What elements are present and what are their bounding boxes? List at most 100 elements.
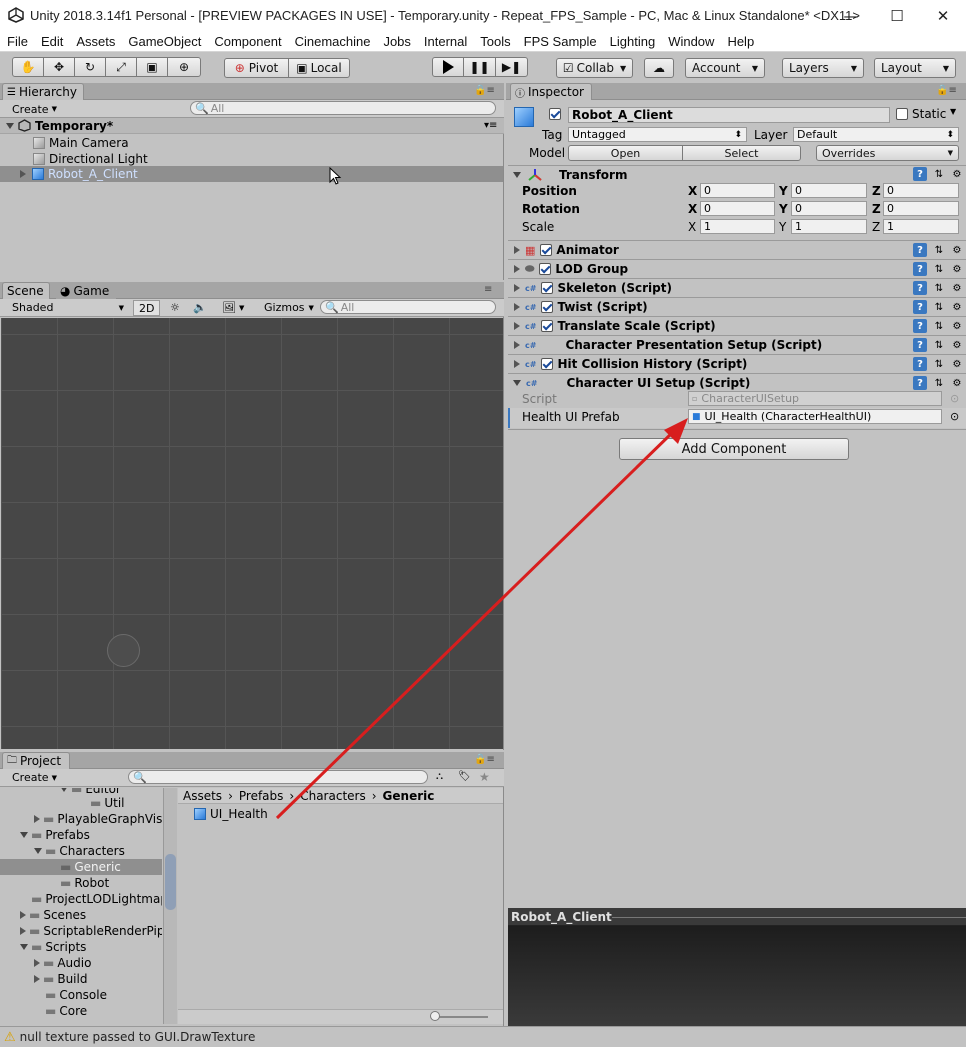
local-button[interactable]: ▣ Local <box>288 58 350 78</box>
tab-game[interactable]: ◕ Game <box>56 282 116 299</box>
scene-viewport[interactable] <box>1 318 503 749</box>
scale-z-field[interactable]: 1 <box>883 219 959 234</box>
menu-gameobject[interactable]: GameObject <box>121 34 207 49</box>
panel-menu-icon[interactable]: ≡ <box>484 284 492 295</box>
help-icon[interactable]: ? <box>913 281 927 295</box>
minimize-button[interactable]: — <box>828 0 874 31</box>
tab-inspector[interactable]: ⓘ Inspector <box>510 83 592 100</box>
breadcrumb-item[interactable]: Prefabs <box>239 789 284 803</box>
gear-icon[interactable]: ⚙ <box>950 243 964 257</box>
step-button[interactable]: ▶❚ <box>495 57 528 77</box>
tree-item[interactable]: ▬ Audio <box>34 956 91 970</box>
filter-type-button[interactable]: ⛬ <box>436 771 443 782</box>
gear-icon[interactable]: ⚙ <box>950 357 964 371</box>
tree-item[interactable]: ▬ Build <box>34 972 87 986</box>
expand-arrow-icon[interactable] <box>514 303 520 311</box>
preset-icon[interactable]: ⇅ <box>932 338 946 352</box>
zoom-slider-handle[interactable] <box>430 1011 440 1021</box>
create-dropdown[interactable]: Create ▼ <box>12 771 57 784</box>
rotation-y-field[interactable]: 0 <box>791 201 867 216</box>
cloud-button[interactable]: ☁ <box>644 58 674 78</box>
tree-item[interactable]: ▬ ProjectLODLightmap <box>20 892 162 906</box>
gear-icon[interactable]: ⚙ <box>950 319 964 333</box>
hierarchy-item[interactable]: Main Camera <box>33 135 129 151</box>
gear-icon[interactable]: ⚙ <box>950 376 964 390</box>
gear-icon[interactable]: ⚙ <box>950 262 964 276</box>
gear-icon[interactable]: ⚙ <box>950 338 964 352</box>
play-button[interactable] <box>432 57 464 77</box>
overrides-dropdown[interactable]: Overrides ▼ <box>816 145 959 161</box>
tree-item[interactable]: ▬ PlayableGraphVis <box>34 812 162 826</box>
select-button[interactable]: Select <box>682 145 801 161</box>
menu-cinemachine[interactable]: Cinemachine <box>288 34 377 49</box>
menu-edit[interactable]: Edit <box>34 34 69 49</box>
hierarchy-search-input[interactable]: 🔍 All <box>190 101 496 115</box>
hand-tool-button[interactable]: ✋ <box>12 57 44 77</box>
create-dropdown[interactable]: Create ▼ <box>12 101 57 117</box>
project-search-input[interactable]: 🔍 <box>128 770 428 784</box>
scale-tool-button[interactable]: ⤢ <box>105 57 137 77</box>
tag-dropdown[interactable]: Untagged ⬍ <box>568 127 747 142</box>
asset-item[interactable]: UI_Health <box>194 807 268 821</box>
preview-header[interactable]: Robot_A_Client <box>508 908 966 926</box>
audio-toggle[interactable]: 🔈 <box>193 301 207 314</box>
component-lod-group[interactable]: ⬬ LOD Group <box>508 259 966 278</box>
preset-icon[interactable]: ⇅ <box>932 281 946 295</box>
expand-arrow-icon[interactable] <box>514 360 520 368</box>
component-character-presentation-setup[interactable]: c# Character Presentation Setup (Script) <box>508 335 966 354</box>
gizmos-dropdown[interactable]: Gizmos ▼ <box>264 301 314 314</box>
panel-menu-icon[interactable]: 🔒≡ <box>474 754 495 765</box>
preview-viewport[interactable] <box>508 926 966 1026</box>
shading-dropdown[interactable]: Shaded ▼ <box>12 301 124 314</box>
active-checkbox[interactable] <box>549 108 561 123</box>
panel-menu-icon[interactable]: 🔒≡ <box>936 85 957 96</box>
enabled-checkbox[interactable] <box>540 244 553 256</box>
filter-label-button[interactable]: 🏷 <box>458 771 471 782</box>
object-name-field[interactable]: Robot_A_Client <box>568 107 890 123</box>
expand-arrow-icon[interactable] <box>6 122 14 129</box>
close-button[interactable]: ✕ <box>920 0 966 31</box>
preset-icon[interactable]: ⇅ <box>932 319 946 333</box>
tree-item[interactable]: ▬ Scenes <box>20 908 86 922</box>
menu-help[interactable]: Help <box>720 34 760 49</box>
enabled-checkbox[interactable] <box>539 263 552 275</box>
pivot-button[interactable]: ⊕ Pivot <box>224 58 289 78</box>
help-icon[interactable]: ? <box>913 338 927 352</box>
component-skeleton[interactable]: c# Skeleton (Script) <box>508 278 966 297</box>
help-icon[interactable]: ? <box>913 300 927 314</box>
menu-assets[interactable]: Assets <box>69 34 121 49</box>
preset-icon[interactable]: ⇅ <box>932 262 946 276</box>
help-icon[interactable]: ? <box>913 376 927 390</box>
enabled-checkbox[interactable] <box>541 301 554 313</box>
hierarchy-item-selected[interactable]: Robot_A_Client <box>0 166 503 182</box>
breadcrumb-item[interactable]: Characters <box>300 789 366 803</box>
expand-arrow-icon[interactable] <box>514 284 520 292</box>
menu-component[interactable]: Component <box>207 34 287 49</box>
scene-root-row[interactable]: Temporary* ▾≡ <box>0 118 504 134</box>
preset-icon[interactable]: ⇅ <box>932 357 946 371</box>
static-dropdown-icon[interactable]: ▼ <box>950 107 956 116</box>
tree-item-selected[interactable]: ▬ Generic <box>0 859 162 875</box>
expand-arrow-icon[interactable] <box>513 380 521 386</box>
component-animator[interactable]: ▦ Animator <box>508 240 966 259</box>
status-bar[interactable]: ⚠ null texture passed to GUI.DrawTexture <box>0 1026 966 1047</box>
preset-icon[interactable]: ⇅ <box>932 376 946 390</box>
tree-item[interactable]: ▬ Console <box>45 988 107 1002</box>
help-icon[interactable]: ? <box>913 262 927 276</box>
scrollbar-thumb[interactable] <box>165 854 176 910</box>
tree-scrollbar[interactable] <box>163 788 177 1024</box>
rotate-tool-button[interactable]: ↻ <box>74 57 106 77</box>
scene-menu-icon[interactable]: ▾≡ <box>484 120 497 131</box>
rotation-x-field[interactable]: 0 <box>700 201 775 216</box>
rect-tool-button[interactable]: ▣ <box>136 57 168 77</box>
transform-header[interactable]: Transform <box>508 165 966 184</box>
menu-window[interactable]: Window <box>661 34 720 49</box>
tree-item[interactable]: ▬ Scripts <box>20 940 86 954</box>
expand-arrow-icon[interactable] <box>513 172 521 178</box>
rotation-z-field[interactable]: 0 <box>883 201 959 216</box>
component-translate-scale[interactable]: c# Translate Scale (Script) <box>508 316 966 335</box>
hierarchy-item[interactable]: Directional Light <box>33 151 148 167</box>
transform-tool-button[interactable]: ⊕ <box>167 57 201 77</box>
move-tool-button[interactable]: ✥ <box>43 57 75 77</box>
menu-internal[interactable]: Internal <box>417 34 473 49</box>
